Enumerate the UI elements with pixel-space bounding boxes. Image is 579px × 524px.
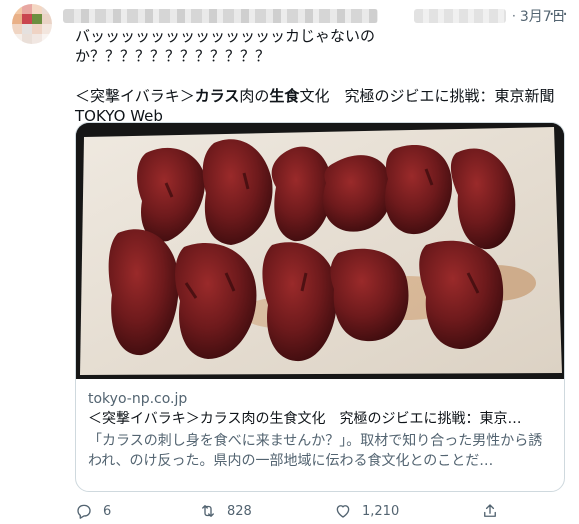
- headline-rest: 文化 究極のジビエに挑戦：東京新聞: [299, 87, 555, 105]
- more-options-icon[interactable]: ···: [549, 4, 569, 25]
- share-icon: [484, 504, 496, 517]
- share-button[interactable]: [481, 502, 499, 520]
- reply-count: 6: [103, 503, 112, 519]
- reply-button[interactable]: 6: [75, 502, 111, 520]
- tweet-actions: 6 828 1,210: [75, 502, 565, 524]
- reply-icon: [77, 504, 91, 519]
- headline-bold-crow: カラス: [194, 87, 240, 105]
- tweet-text-line: バッッッッッッッッッッッッッカじゃないのか？？？？？？？？？？？？: [75, 27, 376, 65]
- headline-prefix: ＜突撃イバラキ＞: [75, 87, 195, 105]
- retweet-button[interactable]: 828: [199, 502, 252, 520]
- card-title: ＜突撃イバラキ＞カラス肉の生食文化 究極のジビエに挑戦：東京…: [88, 411, 522, 427]
- headline-bold-raw: 生食: [269, 87, 300, 105]
- username-redacted[interactable]: [414, 9, 506, 23]
- card-domain: tokyo-np.co.jp: [88, 391, 188, 407]
- retweet-icon: [202, 505, 214, 517]
- display-name-redacted[interactable]: [63, 9, 378, 23]
- retweet-count: 828: [227, 503, 252, 519]
- card-image[interactable]: [76, 123, 564, 379]
- headline-mid: 肉の: [239, 87, 270, 105]
- like-button[interactable]: 1,210: [334, 502, 399, 520]
- like-count: 1,210: [362, 503, 400, 519]
- card-body[interactable]: tokyo-np.co.jp ＜突撃イバラキ＞カラス肉の生食文化 究極のジビエに…: [76, 379, 564, 471]
- tweet-text: バッッッッッッッッッッッッッカじゃないのか？？？？？？？？？？？？ ＜突撃イバラ…: [75, 26, 565, 126]
- heart-icon: [336, 505, 350, 518]
- article-headline: ＜突撃イバラキ＞カラス肉の生食文化 究極のジビエに挑戦：東京新聞: [75, 86, 565, 106]
- avatar[interactable]: [12, 4, 52, 44]
- raw-meat-photo: [76, 123, 564, 379]
- link-card[interactable]: tokyo-np.co.jp ＜突撃イバラキ＞カラス肉の生食文化 究極のジビエに…: [75, 122, 565, 492]
- card-description: 「カラスの刺し身を食べに来ませんか？」。取材で知り合った男性から誘われ、のけ反っ…: [88, 433, 543, 469]
- tweet-header: · 3月7日: [63, 6, 567, 26]
- separator-dot: ·: [512, 9, 516, 23]
